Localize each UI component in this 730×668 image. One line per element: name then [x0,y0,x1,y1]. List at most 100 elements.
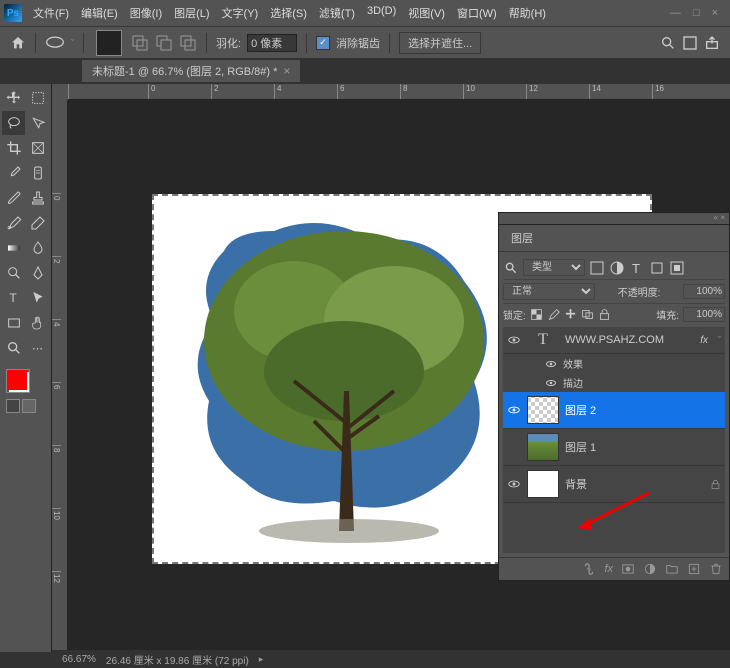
menu-filter[interactable]: 滤镜(T) [314,3,360,23]
fx-item-row[interactable]: 描边 [503,373,725,392]
lock-all-icon[interactable] [598,308,611,321]
dodge-tool[interactable] [2,261,25,285]
filter-pixel-icon[interactable] [589,260,605,276]
selection-mode-intersect[interactable] [179,34,197,52]
fx-icon[interactable]: fx [604,563,613,575]
chevron-right-icon[interactable]: ▸ [259,654,264,665]
blend-mode-select[interactable]: 正常 [503,283,595,300]
file-tab[interactable]: 未标题-1 @ 66.7% (图层 2, RGB/8#) * × [82,60,300,82]
lock-nest-icon[interactable] [581,308,594,321]
stamp-tool[interactable] [26,186,49,210]
opacity-input[interactable] [683,284,725,299]
selection-mode-subtract[interactable] [155,34,173,52]
text-tool[interactable]: T [2,286,25,310]
fx-badge[interactable]: fx [700,335,708,346]
filter-type-select[interactable]: 类型 [523,259,585,276]
panel-collapse-tab[interactable]: « × [498,212,730,224]
menu-window[interactable]: 窗口(W) [452,3,502,23]
home-icon[interactable] [10,35,26,51]
filter-shape-icon[interactable] [649,260,665,276]
eyedropper-tool[interactable] [2,161,25,185]
menu-image[interactable]: 图像(I) [125,3,167,23]
lasso-tool[interactable] [2,111,25,135]
lock-move-icon[interactable] [564,308,577,321]
quick-select-tool[interactable] [26,111,49,135]
menu-edit[interactable]: 编辑(E) [76,3,123,23]
selection-mode-add[interactable] [131,34,149,52]
share-icon[interactable] [704,35,720,51]
zoom-tool[interactable] [2,336,25,360]
blur-tool[interactable] [26,236,49,260]
rectangle-tool[interactable] [2,311,25,335]
search-icon[interactable] [503,260,519,276]
link-layers-icon[interactable] [582,562,596,576]
minimize-button[interactable]: — [670,7,681,19]
menu-view[interactable]: 视图(V) [403,3,450,23]
layer-2[interactable]: 图层 2 [503,392,725,429]
selection-mode-new[interactable] [96,30,122,56]
quickmask-toggle[interactable] [6,399,20,413]
menu-file[interactable]: 文件(F) [28,3,74,23]
document-tabs: 未标题-1 @ 66.7% (图层 2, RGB/8#) * × [0,58,730,84]
screenmode-toggle[interactable] [22,399,36,413]
path-select-tool[interactable] [26,286,49,310]
foreground-color[interactable] [7,370,27,390]
chevron-down-icon[interactable]: ˇ [71,38,74,48]
lock-paint-icon[interactable] [547,308,560,321]
document-dimensions[interactable]: 26.46 厘米 x 19.86 厘米 (72 ppi) [106,652,249,667]
select-and-mask-button[interactable]: 选择并遮住... [399,32,481,54]
fill-input[interactable] [683,307,725,322]
layers-panel-footer: fx [499,557,729,580]
layers-tab[interactable]: 图层 [499,225,729,252]
lock-trans-icon[interactable] [530,308,543,321]
add-mask-icon[interactable] [621,562,635,576]
marquee-tool[interactable] [26,86,49,110]
menu-3d[interactable]: 3D(D) [362,3,401,23]
crop-tool[interactable] [2,136,25,160]
brush-tool[interactable] [2,186,25,210]
frame-tool[interactable] [26,136,49,160]
visibility-toggle[interactable] [507,403,521,417]
maximize-button[interactable]: □ [693,7,700,19]
workspace-icon[interactable] [682,35,698,51]
chevron-down-icon[interactable]: ˇ [718,335,721,345]
menu-select[interactable]: 选择(S) [265,3,312,23]
visibility-toggle[interactable] [507,477,521,491]
gradient-tool[interactable] [2,236,25,260]
menu-type[interactable]: 文字(Y) [217,3,264,23]
filter-text-icon[interactable]: T [629,260,645,276]
fx-row[interactable]: 效果 [503,354,725,373]
close-button[interactable]: × [712,7,718,19]
ruler-vertical[interactable]: 024681012 [52,100,68,652]
hand-tool[interactable] [26,311,49,335]
more-tools[interactable]: ⋯ [26,336,49,360]
file-tab-close-icon[interactable]: × [283,64,290,78]
menu-layer[interactable]: 图层(L) [169,3,214,23]
pen-tool[interactable] [26,261,49,285]
zoom-level[interactable]: 66.67% [62,654,96,665]
filter-smart-icon[interactable] [669,260,685,276]
visibility-toggle[interactable] [507,333,521,347]
antialias-checkbox[interactable]: ✓ [316,36,330,50]
menu-help[interactable]: 帮助(H) [504,3,551,23]
filter-adjust-icon[interactable] [609,260,625,276]
eraser-tool[interactable] [26,211,49,235]
layers-list: T WWW.PSAHZ.COM fx ˇ 效果 描边 [503,327,725,553]
fg-bg-swatch[interactable] [6,369,30,393]
new-layer-icon[interactable] [687,562,701,576]
layer-1[interactable]: 图层 1 [503,429,725,466]
visibility-toggle[interactable] [545,358,557,370]
search-icon[interactable] [660,35,676,51]
visibility-toggle[interactable] [545,377,557,389]
move-tool[interactable] [2,86,25,110]
lasso-tool-icon[interactable] [45,35,65,51]
adjustment-layer-icon[interactable] [643,562,657,576]
group-icon[interactable] [665,562,679,576]
history-brush-tool[interactable] [2,211,25,235]
layer-background[interactable]: 背景 [503,466,725,503]
heal-tool[interactable] [26,161,49,185]
delete-layer-icon[interactable] [709,562,723,576]
feather-input[interactable] [247,34,297,52]
layer-text[interactable]: T WWW.PSAHZ.COM fx ˇ [503,327,725,354]
ruler-horizontal[interactable]: 0246810121416 [68,84,730,100]
